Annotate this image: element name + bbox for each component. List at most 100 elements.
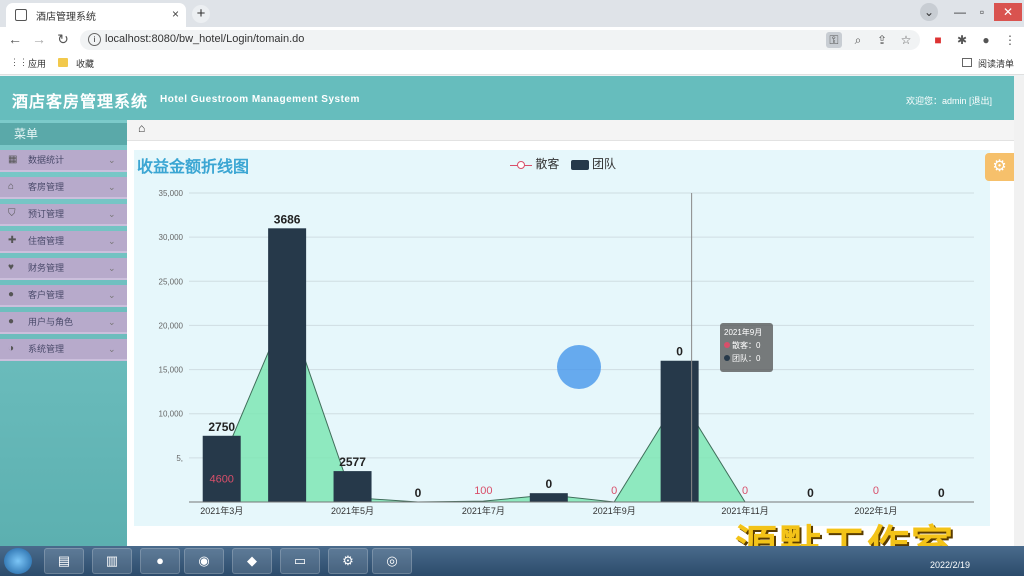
- info-icon[interactable]: i: [88, 33, 101, 46]
- x-tick-label: 2021年7月: [462, 505, 505, 516]
- forward-icon[interactable]: →: [30, 30, 48, 48]
- address-bar[interactable]: i localhost:8080/bw_hotel/Login/tomain.d…: [80, 30, 920, 50]
- shield-icon: ⛉: [8, 208, 16, 219]
- sidebar-item-label: 系统管理: [28, 344, 65, 354]
- chevron-down-icon: ⌄: [108, 236, 116, 246]
- y-tick-label: 10,000: [159, 410, 184, 419]
- bookmarks-bar: [0, 52, 1024, 75]
- bar-group-2021年8月: [529, 493, 568, 502]
- bar-data-label: 0: [545, 477, 552, 491]
- app-header: [0, 76, 1014, 120]
- extensions-icon[interactable]: ✱: [954, 32, 970, 48]
- y-tick-label: 5,: [176, 454, 183, 463]
- taskbar-app-ide[interactable]: ⚙: [328, 548, 368, 574]
- bar-group-2021年10月: [660, 360, 699, 502]
- new-tab-button[interactable]: +: [192, 5, 210, 23]
- tooltip-line-group-text: 团队：0: [732, 354, 761, 363]
- bar-data-label: 0: [415, 486, 422, 500]
- browser-tab[interactable]: 酒店管理系统 ×: [6, 3, 186, 27]
- chevron-down-icon: ⌄: [108, 209, 116, 219]
- area-data-label: 0: [611, 485, 617, 497]
- share-icon[interactable]: ⇪: [874, 32, 890, 48]
- home-icon[interactable]: ⌂: [138, 121, 145, 135]
- area-data-label: 0: [742, 485, 748, 497]
- sidebar-item-label: 住宿管理: [28, 236, 65, 246]
- bar-group-2021年5月: [333, 471, 372, 502]
- chevron-down-icon: ⌄: [108, 155, 116, 165]
- chart-area-layer: [221, 306, 942, 503]
- reading-list-icon: [962, 58, 972, 67]
- back-icon[interactable]: ←: [6, 30, 24, 48]
- bookmark-apps[interactable]: 应用: [28, 57, 46, 70]
- sidebar-item-stay[interactable]: ✚ 住宿管理 ⌄: [0, 231, 127, 253]
- sidebar-item-label: 预订管理: [28, 209, 65, 219]
- legend-bar-swatch: [570, 159, 589, 170]
- close-window-icon[interactable]: ✕: [994, 3, 1022, 21]
- settings-icon: ◑: [8, 343, 15, 354]
- chart-legend[interactable]: 散客 团队: [510, 155, 616, 172]
- taskbar-app-files[interactable]: ▥: [92, 548, 132, 574]
- taskbar-app-green[interactable]: ◆: [232, 548, 272, 574]
- gear-icon[interactable]: ⚙: [985, 153, 1014, 181]
- menu-icon[interactable]: ⋮: [1002, 32, 1018, 48]
- legend-line-swatch: [510, 160, 532, 170]
- tab-title: 酒店管理系统: [36, 12, 96, 23]
- reload-icon[interactable]: ↻: [54, 30, 72, 48]
- sidebar-item-label: 客房管理: [28, 182, 65, 192]
- key-icon[interactable]: ⚿: [826, 32, 842, 48]
- sidebar-item-finance[interactable]: ♥ 财务管理 ⌄: [0, 258, 127, 280]
- user-icon: ●: [8, 316, 15, 327]
- dot-icon: [724, 342, 730, 348]
- sidebar-item-customers[interactable]: ● 客户管理 ⌄: [0, 285, 127, 307]
- sidebar-item-rooms[interactable]: ⌂ 客房管理 ⌄: [0, 177, 127, 199]
- reading-list[interactable]: 阅读清单: [978, 57, 1014, 70]
- bar-group-2021年4月: [268, 228, 307, 503]
- area-data-label: 100: [474, 485, 492, 497]
- extension-badge-icon[interactable]: ■: [930, 32, 946, 48]
- breadcrumb: [127, 120, 1014, 141]
- sidebar-item-users[interactable]: ● 用户与角色 ⌄: [0, 312, 127, 334]
- area-data-label: 4600: [209, 473, 233, 485]
- bookmark-favorites[interactable]: 收藏: [76, 57, 94, 70]
- zoom-search-icon[interactable]: ⌕: [850, 32, 866, 48]
- bookmark-star-icon[interactable]: ☆: [898, 32, 914, 48]
- mouse-cursor-highlight: [557, 345, 601, 389]
- taskbar-app-browser[interactable]: ◉: [184, 548, 224, 574]
- sidebar-item-booking[interactable]: ⛉ 预订管理 ⌄: [0, 204, 127, 226]
- maximize-icon[interactable]: ▫: [972, 3, 992, 21]
- close-tab-icon[interactable]: ×: [172, 7, 179, 21]
- page-scrollbar[interactable]: [1014, 76, 1024, 546]
- area-series-walkin: [221, 306, 942, 503]
- bar-data-label: 0: [807, 486, 814, 500]
- legend-item-walkin[interactable]: 散客: [535, 157, 559, 171]
- revenue-chart[interactable]: 2750 3686 2577 0 0 0 0 0 4600 100 0 0 0 5, 10,000 15,0…: [134, 180, 990, 520]
- welcome-text[interactable]: 欢迎您：admin [退出]: [906, 94, 992, 107]
- profile-icon[interactable]: ●: [978, 32, 994, 48]
- taskbar-app-evernote[interactable]: ●: [140, 548, 180, 574]
- sidebar-item-stats[interactable]: ▦ 数据统计 ⌄: [0, 150, 127, 172]
- y-tick-label: 35,000: [159, 189, 184, 198]
- y-tick-label: 30,000: [159, 233, 184, 242]
- bar-data-label: 2577: [339, 455, 366, 469]
- minimize-icon[interactable]: —: [950, 3, 970, 21]
- taskbar-clock: 2022/2/19: [930, 560, 971, 570]
- tab-search-icon[interactable]: ⌄: [920, 3, 938, 21]
- home-icon: ⌂: [8, 181, 15, 192]
- chevron-down-icon: ⌄: [108, 263, 116, 273]
- chevron-down-icon: ⌄: [108, 317, 116, 327]
- dot-icon: [724, 355, 730, 361]
- taskbar-app-folder[interactable]: ▭: [280, 548, 320, 574]
- sidebar-item-label: 用户与角色: [28, 317, 74, 327]
- tooltip-line-group: 团队：0: [724, 352, 769, 365]
- sidebar-item-label: 客户管理: [28, 290, 65, 300]
- sidebar-item-label: 数据统计: [28, 155, 65, 165]
- taskbar-app-chrome[interactable]: ◎: [372, 548, 412, 574]
- sidebar-item-system[interactable]: ◑ 系统管理 ⌄: [0, 339, 127, 361]
- bar-data-label: 0: [938, 486, 945, 500]
- chart-title: 收益金额折线图: [137, 159, 250, 176]
- legend-item-group[interactable]: 团队: [592, 157, 616, 171]
- start-button[interactable]: [4, 548, 32, 574]
- taskbar-app-chart[interactable]: ▤: [44, 548, 84, 574]
- tooltip-title: 2021年9月: [724, 328, 763, 337]
- chart-tooltip: 2021年9月 散客：0 团队：0: [720, 323, 773, 372]
